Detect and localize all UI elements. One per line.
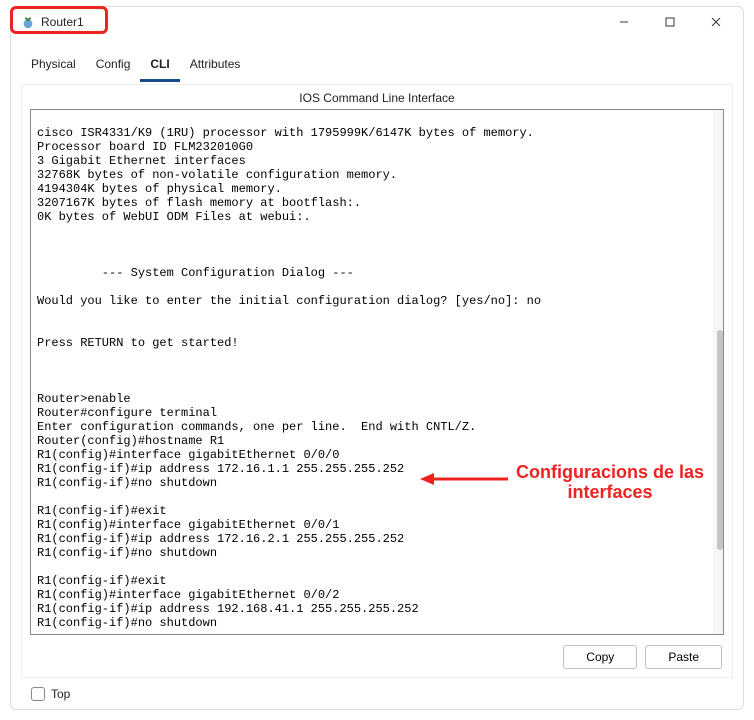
- top-checkbox[interactable]: [31, 687, 45, 701]
- tab-attributes[interactable]: Attributes: [180, 51, 251, 82]
- tab-config[interactable]: Config: [86, 51, 141, 82]
- cli-output[interactable]: cisco ISR4331/K9 (1RU) processor with 17…: [31, 122, 723, 635]
- footer: Top: [21, 679, 754, 709]
- button-row: Copy Paste: [22, 645, 722, 669]
- cli-output-wrap: cisco ISR4331/K9 (1RU) processor with 17…: [30, 109, 724, 635]
- scrollbar-track[interactable]: [713, 110, 723, 634]
- tab-physical[interactable]: Physical: [21, 51, 86, 82]
- cli-panel: IOS Command Line Interface cisco ISR4331…: [21, 84, 733, 678]
- copy-button[interactable]: Copy: [563, 645, 637, 669]
- minimize-button[interactable]: [601, 7, 647, 37]
- window-buttons: [601, 7, 739, 37]
- paste-button[interactable]: Paste: [645, 645, 722, 669]
- router-window: Router1 Physical Config CLI Attributes I…: [10, 6, 744, 710]
- maximize-button[interactable]: [647, 7, 693, 37]
- close-button[interactable]: [693, 7, 739, 37]
- top-label: Top: [51, 687, 70, 701]
- tabs: Physical Config CLI Attributes: [11, 51, 743, 82]
- titlebar: Router1: [11, 7, 743, 37]
- router-icon: [21, 15, 35, 29]
- scrollbar-thumb[interactable]: [717, 330, 723, 550]
- tab-cli[interactable]: CLI: [140, 51, 179, 82]
- window-title: Router1: [41, 15, 84, 29]
- panel-title: IOS Command Line Interface: [22, 91, 732, 105]
